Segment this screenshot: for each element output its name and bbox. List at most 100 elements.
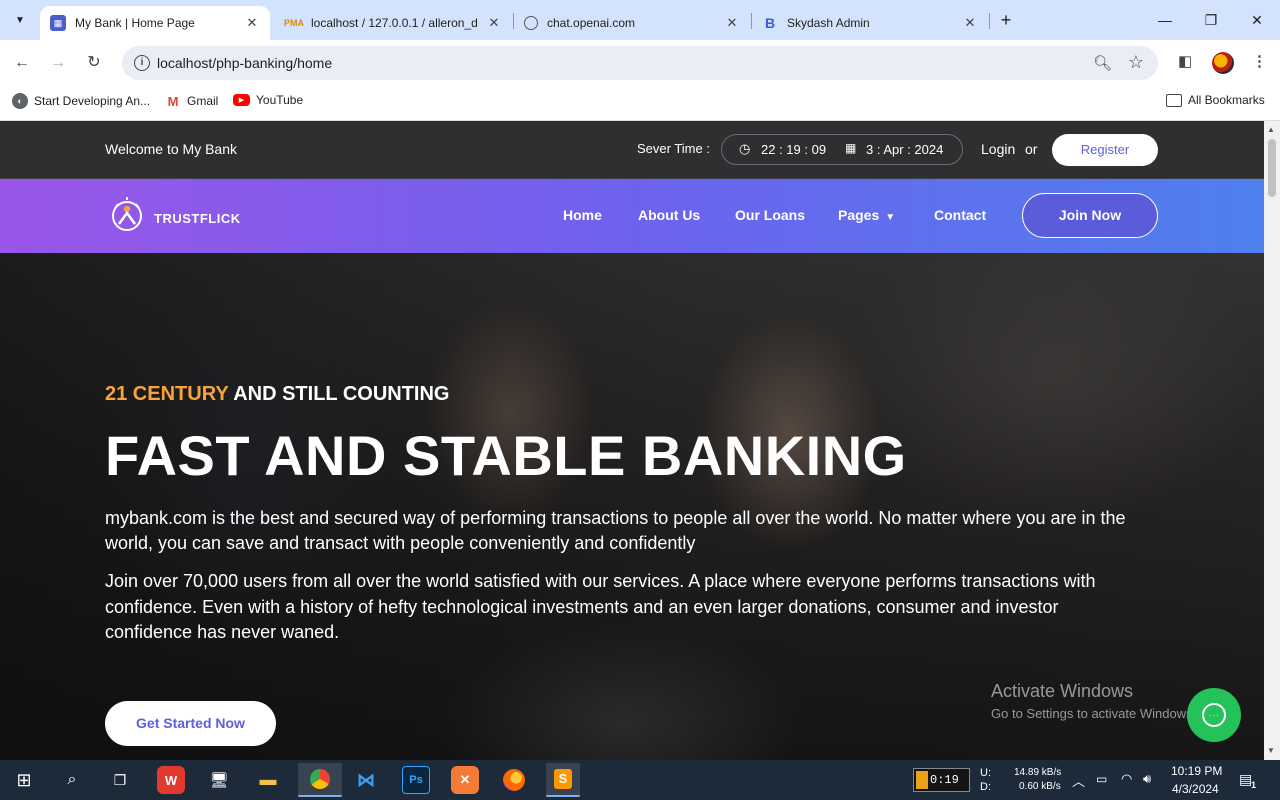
chrome-taskbar-icon[interactable] <box>298 763 342 797</box>
menu-kebab-icon[interactable]: ⋮ <box>1252 52 1267 70</box>
hero-paragraph-2: Join over 70,000 users from all over the… <box>105 571 1096 642</box>
sublime-text-icon: S <box>554 769 572 789</box>
side-panel-icon[interactable]: ◧ <box>1178 52 1192 70</box>
wifi-icon[interactable]: ◠ <box>1121 771 1132 787</box>
whatsapp-chat-button[interactable]: ··· <box>1187 688 1241 742</box>
youtube-icon: ▶ <box>233 94 250 106</box>
bookmark-start-developing[interactable]: ◐ Start Developing An... <box>12 93 150 109</box>
nav-pages[interactable]: Pages ▼ <box>838 207 895 223</box>
get-started-button[interactable]: Get Started Now <box>105 701 276 746</box>
task-view-icon[interactable]: ❐ <box>106 766 134 794</box>
net-upload-speed: 14.89 kB/s <box>1014 767 1062 778</box>
logo-text[interactable]: TRUSTFLICK <box>154 211 241 226</box>
url-text[interactable]: localhost/php-banking/home <box>157 55 332 71</box>
calendar-icon: ▦ <box>845 141 857 155</box>
nav-contact[interactable]: Contact <box>934 207 986 223</box>
scroll-up-arrow-icon[interactable]: ▲ <box>1267 125 1275 134</box>
server-time-label: Sever Time : <box>637 141 710 156</box>
clock-time[interactable]: 10:19 PM <box>1171 764 1222 778</box>
welcome-text: Welcome to My Bank <box>105 141 238 157</box>
eyebrow-accent: 21 CENTURY <box>105 383 229 405</box>
firefox-icon[interactable] <box>500 766 528 794</box>
net-up-label: U: <box>980 767 991 779</box>
zoom-icon[interactable]: 🔍︎ <box>1093 54 1112 72</box>
scroll-thumb[interactable] <box>1268 139 1276 197</box>
sublime-text-taskbar-icon[interactable]: S <box>546 763 580 797</box>
bookmark-star-icon[interactable]: ☆ <box>1128 52 1144 73</box>
clock-icon: ◷ <box>739 141 751 156</box>
forward-arrow-icon[interactable]: → <box>46 51 70 75</box>
tab-title: chat.openai.com <box>547 16 636 30</box>
register-button[interactable]: Register <box>1052 134 1158 166</box>
tab-chat-openai[interactable]: chat.openai.com ✕ <box>514 6 750 40</box>
nav-about-us[interactable]: About Us <box>638 207 700 223</box>
tab-phpmyadmin[interactable]: PMA localhost / 127.0.0.1 / alleron_d ✕ <box>276 6 512 40</box>
media-widget[interactable]: 0:19 <box>913 768 970 792</box>
xampp-icon[interactable]: ✕ <box>451 766 479 794</box>
bookmark-label: YouTube <box>256 93 304 107</box>
vscode-icon[interactable]: ⋈ <box>352 766 380 794</box>
tab-title: localhost / 127.0.0.1 / alleron_d <box>311 16 478 30</box>
search-icon[interactable]: ⌕ <box>58 766 86 794</box>
activate-windows-watermark: Activate Windows Go to Settings to activ… <box>991 681 1196 721</box>
network-computer-icon[interactable]: 🖥︎ <box>205 766 233 794</box>
site-navbar: TRUSTFLICK Home About Us Our Loans Pages… <box>0 179 1264 253</box>
bookmark-label: Start Developing An... <box>34 94 151 108</box>
restore-button[interactable]: ❐ <box>1188 8 1234 32</box>
server-time-pill: ◷ 22 : 19 : 09 ▦ 3 : Apr : 2024 <box>721 134 963 165</box>
volume-icon[interactable]: 🔊︎ <box>1143 771 1151 787</box>
tab-skydash[interactable]: B Skydash Admin ✕ <box>752 6 988 40</box>
tab-close-icon[interactable]: ✕ <box>962 15 978 31</box>
openai-favicon-icon <box>524 16 538 30</box>
chrome-icon <box>310 769 330 789</box>
minimize-button[interactable]: — <box>1142 8 1188 32</box>
photoshop-icon[interactable]: Ps <box>402 766 430 794</box>
close-window-button[interactable]: ✕ <box>1234 8 1280 32</box>
chat-bubble-icon: ··· <box>1202 703 1226 727</box>
tab-search-button[interactable]: ▼ <box>8 8 32 32</box>
page-viewport: Welcome to My Bank Sever Time : ◷ 22 : 1… <box>0 121 1264 760</box>
profile-avatar[interactable] <box>1212 52 1234 74</box>
address-bar[interactable]: i localhost/php-banking/home 🔍︎ ☆ <box>122 46 1158 80</box>
tab-separator <box>989 13 990 29</box>
tab-close-icon[interactable]: ✕ <box>486 15 502 31</box>
bookmark-youtube[interactable]: ▶ YouTube <box>233 93 303 107</box>
browser-toolbar: ← → ↻ i localhost/php-banking/home 🔍︎ ☆ … <box>0 40 1280 86</box>
server-date: 3 : Apr : 2024 <box>866 142 944 157</box>
site-topbar: Welcome to My Bank Sever Time : ◷ 22 : 1… <box>0 121 1264 179</box>
tab-my-bank[interactable]: ▦ My Bank | Home Page ✕ <box>40 6 270 40</box>
hero-section: 21 CENTURY AND STILL COUNTING FAST AND S… <box>0 253 1264 760</box>
back-arrow-icon[interactable]: ← <box>10 51 34 75</box>
tray-chevron-up-icon[interactable]: ︿ <box>1072 771 1085 790</box>
file-explorer-icon[interactable]: ▬ <box>254 766 282 794</box>
wps-office-icon[interactable]: W <box>157 766 185 794</box>
server-time: 22 : 19 : 09 <box>761 142 827 157</box>
trustflick-logo-icon[interactable] <box>107 196 147 236</box>
windows-taskbar: ⊞ ⌕ ❐ W 🖥︎ ▬ ⋈ Ps ✕ S 0:19 U: D: 14.89 k… <box>0 760 1280 800</box>
bookmark-gmail[interactable]: M Gmail <box>165 93 219 109</box>
site-info-icon[interactable]: i <box>134 55 150 71</box>
all-bookmarks[interactable]: All Bookmarks <box>1166 93 1265 107</box>
nav-our-loans[interactable]: Our Loans <box>735 207 805 223</box>
tab-close-icon[interactable]: ✕ <box>724 15 740 31</box>
scroll-down-arrow-icon[interactable]: ▼ <box>1267 746 1275 755</box>
join-now-button[interactable]: Join Now <box>1022 193 1158 238</box>
battery-icon[interactable]: ▭ <box>1096 772 1107 786</box>
new-tab-button[interactable]: + <box>994 9 1018 31</box>
browser-tab-strip: ▼ ▦ My Bank | Home Page ✕ PMA localhost … <box>0 0 1280 40</box>
page-scrollbar[interactable]: ▲ ▼ <box>1264 121 1280 760</box>
notification-count: 1 <box>1251 780 1257 790</box>
login-link[interactable]: Login <box>981 141 1015 157</box>
gmail-icon: M <box>167 93 179 109</box>
clock-date[interactable]: 4/3/2024 <box>1172 782 1219 796</box>
bookmark-label: Gmail <box>187 94 219 108</box>
tab-title: My Bank | Home Page <box>75 16 195 30</box>
nav-home[interactable]: Home <box>563 207 602 223</box>
watermark-line-2: Go to Settings to activate Windows. <box>991 706 1197 721</box>
phpmyadmin-favicon-icon: PMA <box>284 18 304 28</box>
chevron-down-icon: ▼ <box>885 212 896 223</box>
tab-close-icon[interactable]: ✕ <box>244 15 260 31</box>
start-windows-icon[interactable]: ⊞ <box>10 766 38 794</box>
reload-icon[interactable]: ↻ <box>82 51 106 75</box>
or-text: or <box>1025 141 1038 157</box>
